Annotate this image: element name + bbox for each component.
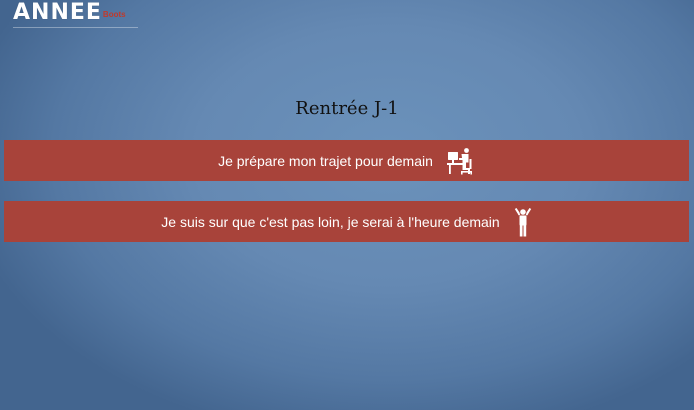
page-title: Rentrée J-1: [295, 98, 399, 119]
choice-label: Je prépare mon trajet pour demain: [218, 152, 433, 169]
logo: ANNEE Boots: [13, 0, 126, 27]
choice-label: Je suis sur que c'est pas loin, je serai…: [161, 213, 500, 230]
person-at-desk-icon: [446, 147, 475, 175]
logo-text: ANNEE: [13, 0, 102, 25]
choice-button-plan-route[interactable]: Je prépare mon trajet pour demain: [4, 140, 689, 181]
logo-underline: [13, 27, 138, 28]
choice-button-no-plan[interactable]: Je suis sur que c'est pas loin, je serai…: [4, 201, 689, 242]
standing-person-icon: [514, 207, 532, 237]
logo-subtext: Boots: [102, 10, 126, 19]
